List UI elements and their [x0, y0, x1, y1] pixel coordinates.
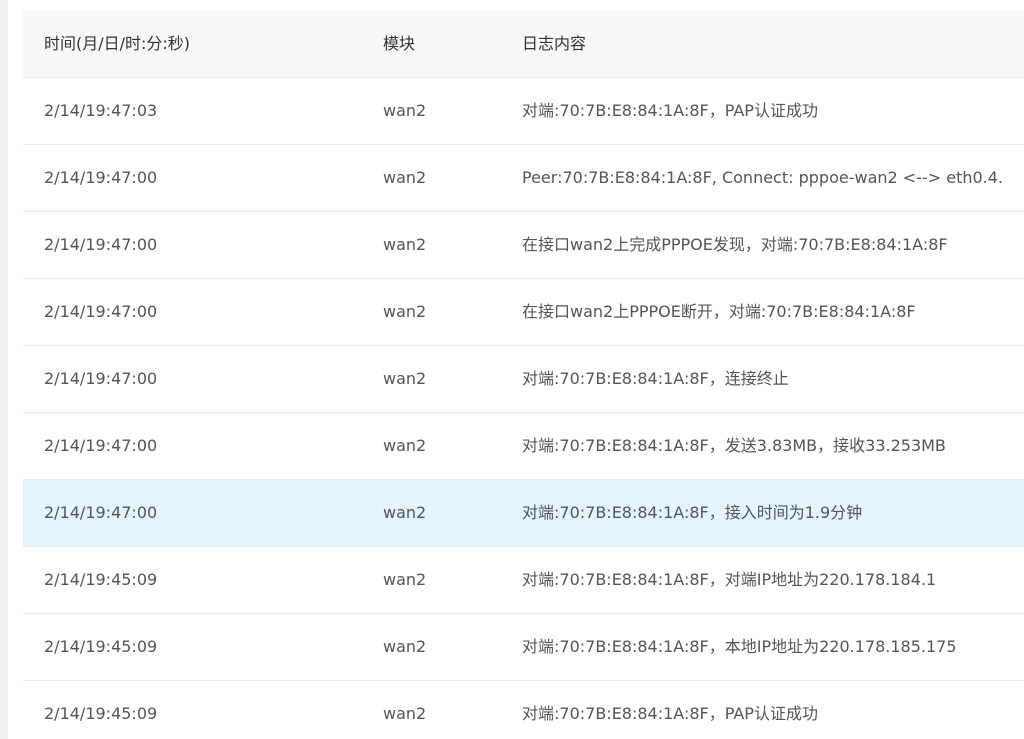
row-module: wan2: [383, 637, 427, 656]
row-module: wan2: [383, 704, 427, 723]
table-row[interactable]: 2/14/19:47:00 wan2 在接口wan2上PPPOE断开，对端:70…: [23, 279, 1024, 346]
row-module: wan2: [383, 570, 427, 589]
table-row-hovered[interactable]: 2/14/19:47:00 wan2 对端:70:7B:E8:84:1A:8F，…: [23, 480, 1024, 547]
row-time: 2/14/19:47:00: [44, 168, 158, 187]
table-row[interactable]: 2/14/19:45:09 wan2 对端:70:7B:E8:84:1A:8F，…: [23, 547, 1024, 614]
table-row[interactable]: 2/14/19:45:09 wan2 对端:70:7B:E8:84:1A:8F，…: [23, 614, 1024, 681]
table-row[interactable]: 2/14/19:47:00 wan2 Peer:70:7B:E8:84:1A:8…: [23, 145, 1024, 212]
row-content: 对端:70:7B:E8:84:1A:8F，发送3.83MB，接收33.253MB: [522, 436, 946, 455]
table-row[interactable]: 2/14/19:47:03 wan2 对端:70:7B:E8:84:1A:8F，…: [23, 78, 1024, 145]
row-time: 2/14/19:47:00: [44, 369, 158, 388]
row-time: 2/14/19:45:09: [44, 570, 158, 589]
row-content: 在接口wan2上完成PPPOE发现，对端:70:7B:E8:84:1A:8F: [522, 235, 948, 254]
header-content[interactable]: 日志内容: [522, 11, 1024, 77]
row-time: 2/14/19:47:00: [44, 503, 158, 522]
left-edge-strip: [0, 0, 8, 739]
row-time: 2/14/19:45:09: [44, 637, 158, 656]
row-module: wan2: [383, 302, 427, 321]
log-table: 时间(月/日/时:分:秒) 模块 日志内容 2/14/19:47:03 wan2…: [8, 0, 1024, 739]
row-time: 2/14/19:47:00: [44, 235, 158, 254]
row-module: wan2: [383, 101, 427, 120]
row-module: wan2: [383, 168, 427, 187]
table-row[interactable]: 2/14/19:47:00 wan2 对端:70:7B:E8:84:1A:8F，…: [23, 413, 1024, 480]
row-content: 对端:70:7B:E8:84:1A:8F，本地IP地址为220.178.185.…: [522, 637, 957, 656]
row-content: Peer:70:7B:E8:84:1A:8F, Connect: pppoe-w…: [522, 168, 1004, 187]
header-module[interactable]: 模块: [383, 11, 503, 77]
table-header: 时间(月/日/时:分:秒) 模块 日志内容: [23, 11, 1024, 78]
row-time: 2/14/19:45:09: [44, 704, 158, 723]
row-content: 对端:70:7B:E8:84:1A:8F，PAP认证成功: [522, 704, 818, 723]
page: 时间(月/日/时:分:秒) 模块 日志内容 2/14/19:47:03 wan2…: [0, 0, 1024, 739]
row-time: 2/14/19:47:00: [44, 302, 158, 321]
table-top-spacing: [8, 0, 1024, 11]
row-content: 对端:70:7B:E8:84:1A:8F，接入时间为1.9分钟: [522, 503, 863, 522]
row-time: 2/14/19:47:03: [44, 101, 158, 120]
row-content: 对端:70:7B:E8:84:1A:8F，PAP认证成功: [522, 101, 818, 120]
row-module: wan2: [383, 235, 427, 254]
row-content: 对端:70:7B:E8:84:1A:8F，连接终止: [522, 369, 789, 388]
row-content: 对端:70:7B:E8:84:1A:8F，对端IP地址为220.178.184.…: [522, 570, 937, 589]
row-module: wan2: [383, 503, 427, 522]
table-row[interactable]: 2/14/19:47:00 wan2 在接口wan2上完成PPPOE发现，对端:…: [23, 212, 1024, 279]
row-content: 在接口wan2上PPPOE断开，对端:70:7B:E8:84:1A:8F: [522, 302, 916, 321]
row-time: 2/14/19:47:00: [44, 436, 158, 455]
row-module: wan2: [383, 436, 427, 455]
header-time[interactable]: 时间(月/日/时:分:秒): [44, 11, 364, 77]
table-row[interactable]: 2/14/19:45:09 wan2 对端:70:7B:E8:84:1A:8F，…: [23, 681, 1024, 739]
table-row[interactable]: 2/14/19:47:00 wan2 对端:70:7B:E8:84:1A:8F，…: [23, 346, 1024, 413]
row-module: wan2: [383, 369, 427, 388]
